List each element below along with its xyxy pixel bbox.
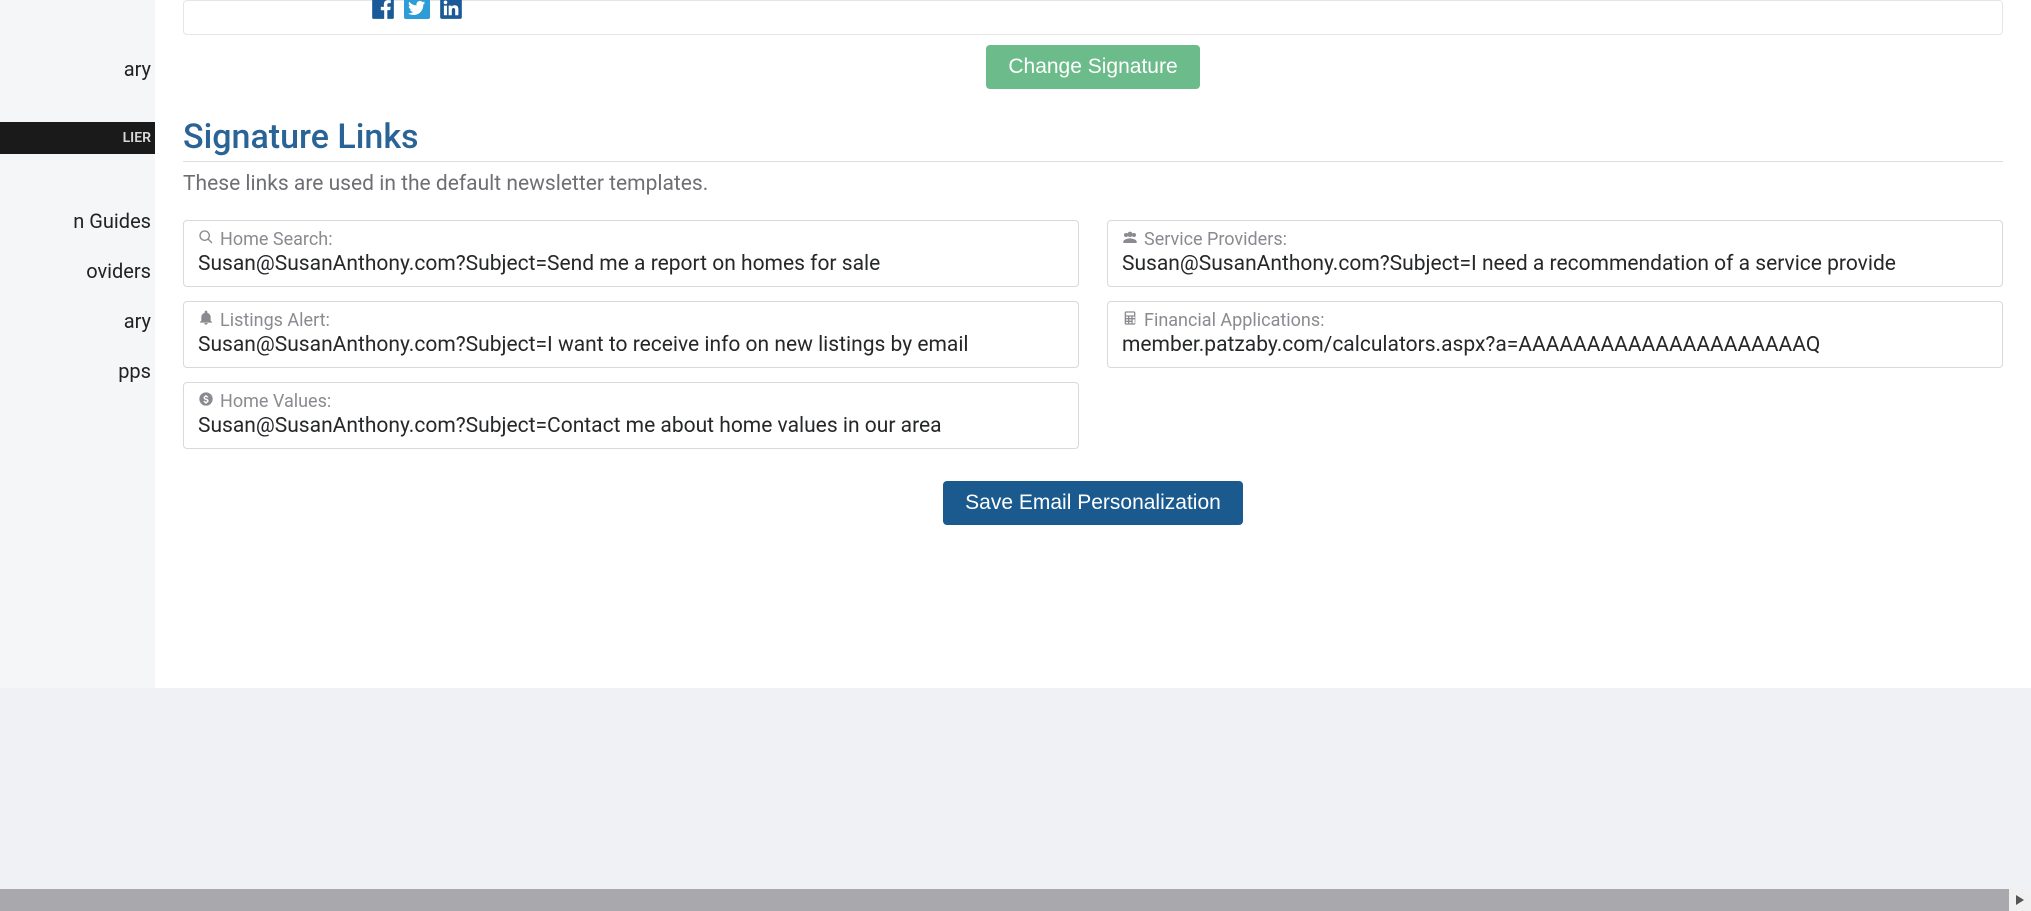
sidebar: ary LIER n Guides oviders ary pps <box>0 0 155 688</box>
calculator-icon <box>1122 310 1138 331</box>
facebook-icon[interactable] <box>370 0 396 25</box>
section-title: Signature Links <box>183 117 2003 162</box>
sidebar-item-2[interactable]: n Guides <box>0 196 155 246</box>
twitter-icon[interactable] <box>404 0 430 19</box>
scrollbar-thumb[interactable] <box>0 889 2009 911</box>
search-icon <box>198 229 214 250</box>
linkedin-icon[interactable] <box>438 0 464 25</box>
change-signature-button[interactable]: Change Signature <box>986 45 1199 89</box>
link-card-home-values[interactable]: Home Values: Susan@SusanAnthony.com?Subj… <box>183 382 1079 449</box>
link-value: Susan@SusanAnthony.com?Subject=I want to… <box>198 333 1064 357</box>
dollar-icon <box>198 391 214 412</box>
bell-icon <box>198 310 214 331</box>
sidebar-item-5[interactable]: pps <box>0 346 155 396</box>
section-subtitle: These links are used in the default news… <box>183 172 2003 196</box>
link-label: Home Search: <box>198 229 1064 250</box>
scroll-right-arrow[interactable] <box>2009 889 2031 911</box>
sidebar-item-1[interactable]: LIER <box>0 122 155 154</box>
link-value: Susan@SusanAnthony.com?Subject=Send me a… <box>198 252 1064 276</box>
sidebar-item-0[interactable]: ary <box>0 44 155 94</box>
users-icon <box>1122 229 1138 250</box>
main-content: Change Signature Signature Links These l… <box>155 0 2031 688</box>
link-label: Listings Alert: <box>198 310 1064 331</box>
link-value: Susan@SusanAnthony.com?Subject=I need a … <box>1122 252 1988 276</box>
link-value: Susan@SusanAnthony.com?Subject=Contact m… <box>198 414 1064 438</box>
horizontal-scrollbar[interactable] <box>0 889 2031 911</box>
signature-social-icons <box>370 0 464 25</box>
link-value: member.patzaby.com/calculators.aspx?a=AA… <box>1122 333 1988 357</box>
sidebar-item-3[interactable]: oviders <box>0 246 155 296</box>
signature-links-grid: Home Search: Susan@SusanAnthony.com?Subj… <box>183 220 2003 449</box>
link-card-home-search[interactable]: Home Search: Susan@SusanAnthony.com?Subj… <box>183 220 1079 287</box>
save-email-personalization-button[interactable]: Save Email Personalization <box>943 481 1243 525</box>
link-label: Home Values: <box>198 391 1064 412</box>
link-label: Financial Applications: <box>1122 310 1988 331</box>
signature-preview-card <box>183 0 2003 35</box>
link-card-service-providers[interactable]: Service Providers: Susan@SusanAnthony.co… <box>1107 220 2003 287</box>
sidebar-item-4[interactable]: ary <box>0 296 155 346</box>
link-card-listings-alert[interactable]: Listings Alert: Susan@SusanAnthony.com?S… <box>183 301 1079 368</box>
link-label: Service Providers: <box>1122 229 1988 250</box>
link-card-financial-applications[interactable]: Financial Applications: member.patzaby.c… <box>1107 301 2003 368</box>
